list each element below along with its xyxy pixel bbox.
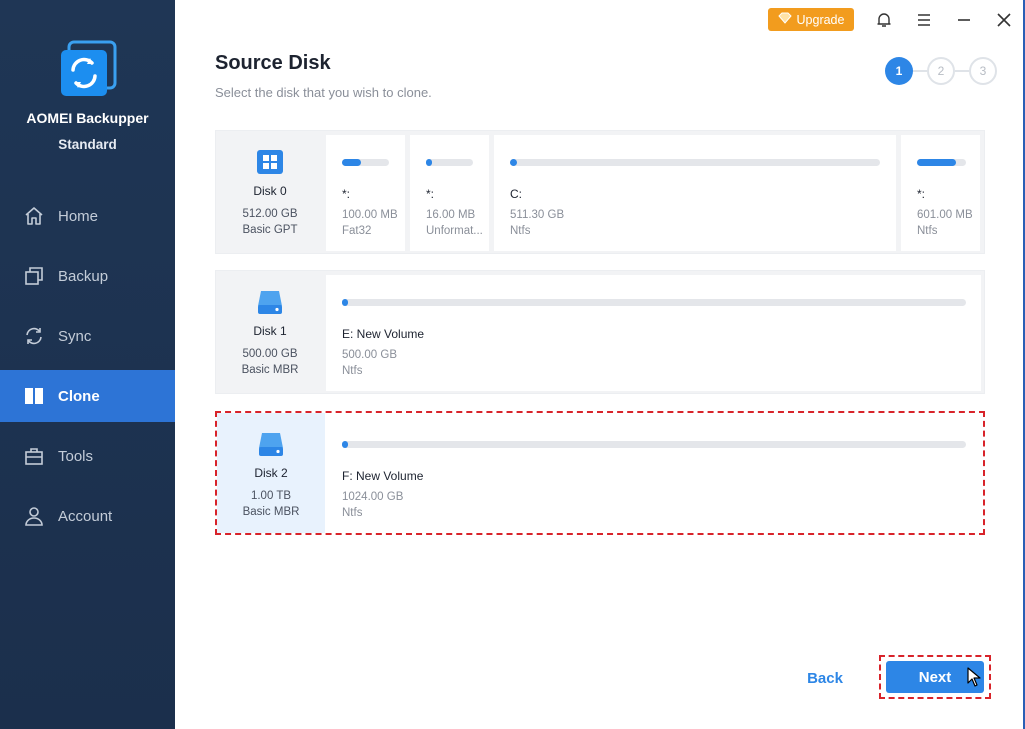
step-1: 1 [885, 57, 913, 85]
sidebar: AOMEI Backupper Standard Home Backup Syn… [0, 0, 175, 729]
sidebar-item-label: Home [58, 207, 99, 225]
partition-item[interactable]: *: 16.00 MB Unformat... [410, 135, 489, 251]
disk-type: Basic MBR [241, 364, 299, 376]
usage-bar [342, 159, 389, 166]
partition-item[interactable]: *: 100.00 MB Fat32 [326, 135, 405, 251]
disk-name: Disk 1 [253, 324, 287, 338]
disk-info[interactable]: Disk 0 512.00 GB Basic GPT [216, 131, 324, 253]
partition-fs: Unformat... [426, 225, 483, 237]
disk-row-0[interactable]: Disk 0 512.00 GB Basic GPT *: 100.00 MB … [215, 130, 985, 254]
sidebar-item-account[interactable]: Account [0, 490, 175, 542]
step-indicator: 1 2 3 [885, 57, 997, 85]
diamond-icon [777, 12, 792, 27]
sidebar-item-clone[interactable]: Clone [0, 370, 175, 422]
next-button-highlight: Next [879, 655, 991, 699]
disk-size: 500.00 GB [242, 348, 298, 360]
home-icon [24, 206, 44, 226]
partition-size: 511.30 GB [510, 209, 565, 221]
usage-bar [917, 159, 966, 166]
partition-name: *: [917, 187, 926, 201]
page-title: Source Disk [215, 52, 331, 74]
partition-size: 16.00 MB [426, 209, 476, 221]
disk-row-1[interactable]: Disk 1 500.00 GB Basic MBR E: New Volume… [215, 270, 985, 394]
step-3: 3 [969, 57, 997, 85]
backup-icon [24, 266, 44, 286]
disk-name: Disk 2 [254, 466, 288, 480]
partition-name: *: [426, 187, 435, 201]
partition-item[interactable]: E: New Volume 500.00 GB Ntfs [326, 275, 981, 391]
disk-row-2[interactable]: Disk 2 1.00 TB Basic MBR F: New Volume 1… [215, 411, 985, 535]
usage-fill [342, 441, 348, 448]
partition-item[interactable]: *: 601.00 MB Ntfs [901, 135, 980, 251]
partition-size: 1024.00 GB [342, 491, 404, 503]
mouse-cursor-icon [967, 667, 981, 687]
usage-fill [426, 159, 432, 166]
partition-fs: Ntfs [342, 365, 363, 377]
sidebar-item-home[interactable]: Home [0, 190, 175, 242]
app-edition: Standard [58, 137, 117, 152]
partition-name: C: [510, 187, 522, 201]
disk-drive-icon [257, 430, 285, 458]
usage-bar [426, 159, 473, 166]
clone-icon [24, 386, 44, 406]
sidebar-nav: Home Backup Sync Clone Tools Account [0, 190, 175, 550]
step-connector [955, 70, 969, 72]
disk-drive-icon [256, 288, 284, 316]
partition-fs: Fat32 [342, 225, 372, 237]
usage-bar [342, 299, 966, 306]
disk-name: Disk 0 [253, 184, 287, 198]
sidebar-item-label: Clone [58, 387, 100, 405]
usage-fill [917, 159, 956, 166]
sidebar-item-label: Backup [58, 267, 109, 285]
usage-fill [342, 299, 348, 306]
sidebar-item-tools[interactable]: Tools [0, 430, 175, 482]
partition-item[interactable]: F: New Volume 1024.00 GB Ntfs [326, 417, 981, 533]
disk-type: Basic MBR [242, 506, 300, 518]
usage-bar [342, 441, 966, 448]
partition-name: *: [342, 187, 351, 201]
partition-fs: Ntfs [342, 507, 363, 519]
account-icon [24, 506, 44, 526]
app-name: AOMEI Backupper [26, 110, 149, 126]
notification-bell-icon[interactable] [873, 9, 895, 31]
close-icon[interactable] [993, 9, 1015, 31]
upgrade-button[interactable]: Upgrade [768, 8, 854, 31]
step-2: 2 [927, 57, 955, 85]
usage-fill [342, 159, 361, 166]
partition-fs: Ntfs [510, 225, 531, 237]
upgrade-label: Upgrade [796, 12, 845, 27]
disk-size: 512.00 GB [242, 208, 298, 220]
sidebar-item-sync[interactable]: Sync [0, 310, 175, 362]
sidebar-item-label: Sync [58, 327, 92, 345]
partition-size: 500.00 GB [342, 349, 397, 361]
sidebar-item-backup[interactable]: Backup [0, 250, 175, 302]
disk-info[interactable]: Disk 1 500.00 GB Basic MBR [216, 271, 324, 393]
back-button[interactable]: Back [795, 663, 855, 693]
windows-disk-icon [256, 148, 284, 176]
partition-fs: Ntfs [917, 225, 938, 237]
disk-info[interactable]: Disk 2 1.00 TB Basic MBR [217, 413, 325, 533]
usage-bar [510, 159, 880, 166]
partition-size: 601.00 MB [917, 209, 973, 221]
partition-size: 100.00 MB [342, 209, 398, 221]
partition-name: E: New Volume [342, 327, 425, 341]
partition-name: F: New Volume [342, 469, 424, 483]
usage-fill [510, 159, 517, 166]
page-subtitle: Select the disk that you wish to clone. [215, 85, 432, 100]
tools-icon [24, 446, 44, 466]
step-connector [913, 70, 927, 72]
menu-icon[interactable] [913, 9, 935, 31]
disk-type: Basic GPT [242, 224, 298, 236]
disk-size: 1.00 TB [250, 490, 292, 502]
minimize-icon[interactable] [953, 9, 975, 31]
sidebar-item-label: Account [58, 507, 113, 525]
sync-icon [24, 326, 44, 346]
partition-item[interactable]: C: 511.30 GB Ntfs [494, 135, 896, 251]
sidebar-item-label: Tools [58, 447, 94, 465]
aomei-logo-icon [59, 40, 117, 98]
